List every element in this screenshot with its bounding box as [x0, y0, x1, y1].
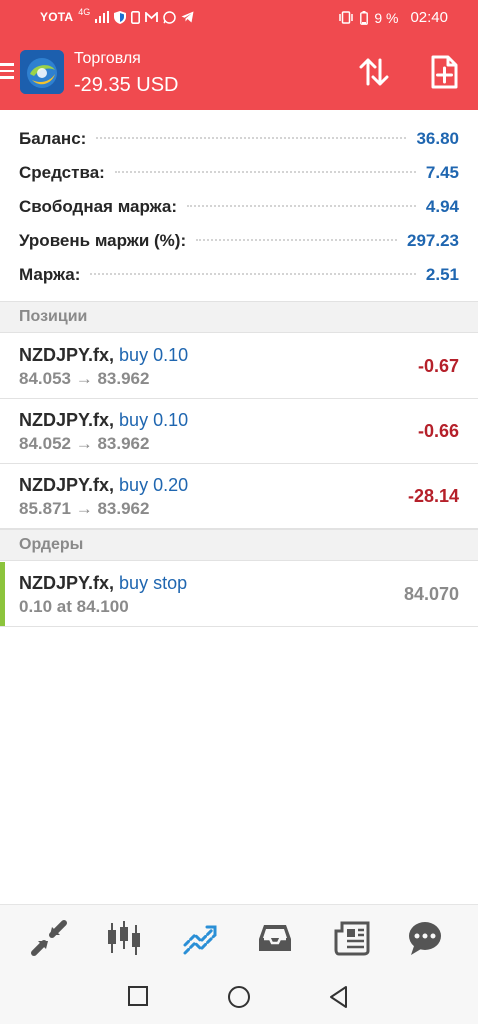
- battery-percent: 9 %: [374, 9, 399, 26]
- position-row[interactable]: NZDJPY.fx, buy 0.10 84.052 → 83.962 -0.6…: [0, 399, 478, 464]
- system-nav-bar: [0, 968, 478, 1024]
- summary-row-margin: Маржа: 2.51: [0, 258, 478, 292]
- summary-row-free-margin: Свободная маржа: 4.94: [0, 190, 478, 224]
- signal-icon: 4G: [78, 7, 91, 17]
- position-profit: -28.14: [407, 486, 459, 506]
- back-button[interactable]: [326, 984, 352, 1010]
- tab-trade[interactable]: [181, 919, 219, 957]
- dotted-leader: [187, 201, 416, 207]
- order-row[interactable]: NZDJPY.fx, buy stop 0.10 at 84.100 84.07…: [0, 562, 478, 627]
- position-title: NZDJPY.fx, buy 0.10: [19, 345, 188, 366]
- order-symbol: NZDJPY.fx,: [19, 573, 115, 593]
- order-accent-bar: [0, 562, 5, 626]
- recent-apps-button[interactable]: [126, 984, 152, 1010]
- triangle-back-icon: [330, 986, 347, 1008]
- circle-icon: [228, 986, 250, 1008]
- status-bar: YOTA 4G 9 % 02:40: [0, 0, 478, 36]
- order-side: buy stop: [119, 573, 188, 593]
- summary-value: 4.94: [425, 197, 459, 216]
- signal-bars-icon: [95, 11, 110, 23]
- tab-chat[interactable]: [406, 919, 444, 957]
- summary-label: Свободная маржа:: [19, 197, 184, 217]
- position-profit: -0.67: [417, 356, 459, 376]
- order-details: 0.10 at 84.100: [19, 597, 129, 616]
- position-side: buy 0.20: [119, 475, 189, 495]
- dotted-leader: [90, 269, 416, 275]
- dotted-leader: [96, 133, 407, 139]
- position-row[interactable]: NZDJPY.fx, buy 0.20 85.871 → 83.962 -28.…: [0, 464, 478, 529]
- position-side: buy 0.10: [119, 410, 189, 430]
- order-title: NZDJPY.fx, buy stop: [19, 573, 187, 594]
- summary-label: Баланс:: [19, 129, 93, 149]
- status-bar-left: YOTA 4G: [40, 7, 194, 24]
- position-prices: 85.871 → 83.962: [19, 499, 150, 518]
- position-profit: -0.66: [417, 421, 459, 441]
- vibrate-icon: [339, 11, 354, 24]
- position-title: NZDJPY.fx, buy 0.20: [19, 475, 188, 496]
- summary-row-balance: Баланс: 36.80: [0, 122, 478, 156]
- trade-icon: [183, 925, 217, 955]
- dotted-leader: [114, 167, 416, 173]
- position-side: buy 0.10: [119, 345, 189, 365]
- phone-icon: [131, 10, 141, 24]
- orders-section-header: Ордеры: [0, 529, 478, 561]
- summary-value: 36.80: [416, 129, 459, 148]
- summary-value: 2.51: [425, 265, 459, 284]
- app-root: YOTA 4G 9 % 02:40 Торговля -29.35 USD Ба…: [0, 0, 478, 1024]
- account-summary: Баланс: 36.80 Средства: 7.45 Свободная м…: [0, 122, 478, 292]
- quotes-arrows-icon: [31, 920, 67, 956]
- summary-value: 297.23: [407, 231, 459, 250]
- gmail-icon: [145, 11, 159, 22]
- summary-row-equity: Средства: 7.45: [0, 156, 478, 190]
- sort-button[interactable]: [356, 54, 392, 90]
- history-inbox-icon: [259, 925, 291, 951]
- bottom-tab-bar: [0, 904, 478, 968]
- sort-arrows-icon: [359, 58, 389, 86]
- chat-icon: [409, 922, 441, 955]
- page-title: Торговля: [74, 50, 141, 67]
- summary-label: Уровень маржи (%):: [19, 231, 193, 251]
- square-icon: [128, 986, 148, 1006]
- app-header: Торговля -29.35 USD: [0, 36, 478, 110]
- position-row[interactable]: NZDJPY.fx, buy 0.10 84.053 → 83.962 -0.6…: [0, 334, 478, 399]
- status-bar-right: 9 % 02:40: [338, 9, 448, 26]
- position-prices: 84.053 → 83.962: [19, 369, 150, 388]
- position-prices: 84.052 → 83.962: [19, 434, 150, 453]
- telegram-icon: [181, 11, 194, 23]
- position-symbol: NZDJPY.fx,: [19, 410, 115, 430]
- summary-label: Маржа:: [19, 265, 87, 285]
- position-symbol: NZDJPY.fx,: [19, 345, 115, 365]
- dotted-leader: [196, 235, 397, 241]
- new-order-button[interactable]: [426, 54, 462, 90]
- home-button[interactable]: [226, 984, 252, 1010]
- profit-total: -29.35 USD: [74, 74, 179, 96]
- positions-section-header: Позиции: [0, 301, 478, 333]
- clock: 02:40: [410, 9, 448, 26]
- new-document-icon: [431, 55, 458, 89]
- whatsapp-icon: [163, 10, 177, 24]
- carrier-label: YOTA: [40, 10, 74, 24]
- tab-history[interactable]: [256, 919, 294, 957]
- tab-news[interactable]: [333, 919, 371, 957]
- chart-candles-icon: [108, 921, 140, 955]
- summary-row-margin-level: Уровень маржи (%): 297.23: [0, 224, 478, 258]
- news-icon: [334, 921, 370, 956]
- shield-icon: [114, 10, 127, 24]
- order-price: 84.070: [403, 584, 459, 604]
- menu-icon[interactable]: [0, 63, 14, 79]
- position-symbol: NZDJPY.fx,: [19, 475, 115, 495]
- summary-label: Средства:: [19, 163, 111, 183]
- tab-charts[interactable]: [105, 919, 143, 957]
- summary-value: 7.45: [425, 163, 459, 182]
- position-title: NZDJPY.fx, buy 0.10: [19, 410, 188, 431]
- tab-quotes[interactable]: [30, 919, 68, 957]
- battery-icon: [360, 10, 369, 25]
- metatrader-logo[interactable]: [20, 50, 64, 94]
